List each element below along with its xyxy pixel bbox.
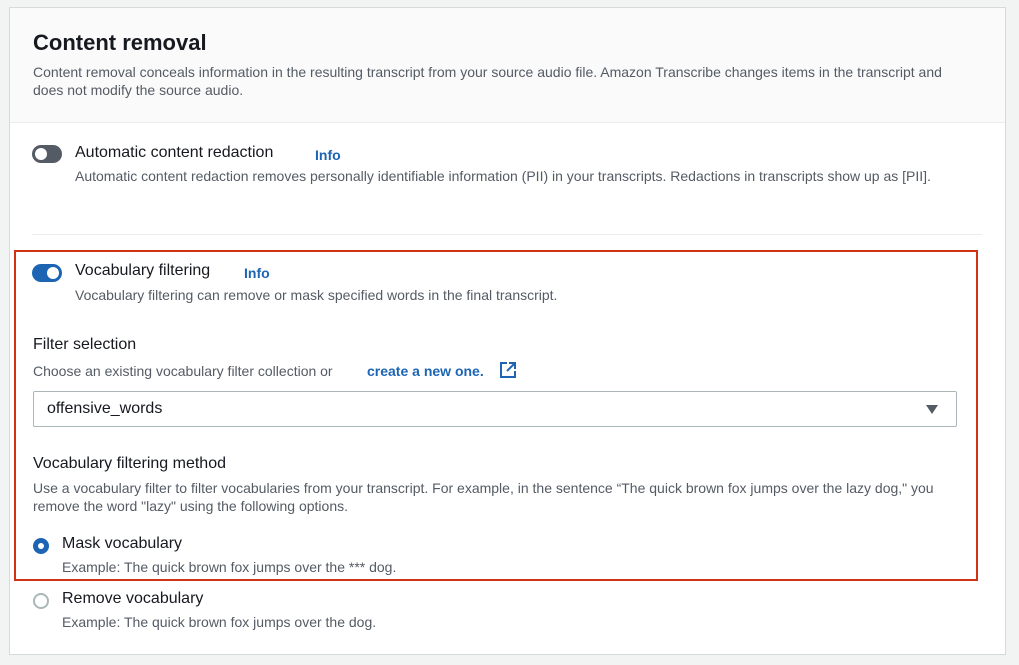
panel-header: Content removal Content removal conceals…: [10, 8, 1005, 123]
radio-dot: [38, 543, 44, 549]
filter-select[interactable]: offensive_words: [33, 391, 957, 427]
section-divider: [32, 234, 982, 235]
external-link-icon[interactable]: [499, 361, 517, 379]
mask-vocabulary-radio[interactable]: [33, 538, 49, 554]
redaction-info-link[interactable]: Info: [315, 147, 341, 163]
remove-vocabulary-example: Example: The quick brown fox jumps over …: [62, 614, 377, 630]
toggle-knob: [35, 148, 47, 160]
method-description: Use a vocabulary filter to filter vocabu…: [33, 480, 934, 514]
filter-select-value: offensive_words: [47, 400, 163, 417]
filter-selection-hint: Choose an existing vocabulary filter col…: [33, 363, 333, 379]
vocab-filtering-label: Vocabulary filtering: [75, 262, 211, 279]
create-filter-link[interactable]: create a new one.: [367, 363, 484, 379]
remove-vocabulary-label[interactable]: Remove vocabulary: [62, 590, 203, 608]
toggle-knob: [47, 267, 59, 279]
redaction-label: Automatic content redaction: [75, 144, 274, 161]
panel-description: Content removal conceals information in …: [33, 64, 942, 98]
redaction-toggle[interactable]: [32, 145, 62, 163]
method-label: Vocabulary filtering method: [33, 455, 226, 472]
mask-vocabulary-example: Example: The quick brown fox jumps over …: [62, 559, 397, 575]
panel-title: Content removal: [33, 30, 207, 55]
caret-down-icon: [926, 405, 938, 414]
remove-vocabulary-radio[interactable]: [33, 593, 49, 609]
filter-selection-label: Filter selection: [33, 336, 137, 353]
vocab-filtering-description: Vocabulary filtering can remove or mask …: [75, 287, 558, 303]
vocab-filtering-toggle[interactable]: [32, 264, 62, 282]
mask-vocabulary-label[interactable]: Mask vocabulary: [62, 535, 182, 553]
redaction-description: Automatic content redaction removes pers…: [75, 168, 931, 184]
vocab-filtering-info-link[interactable]: Info: [244, 265, 270, 281]
